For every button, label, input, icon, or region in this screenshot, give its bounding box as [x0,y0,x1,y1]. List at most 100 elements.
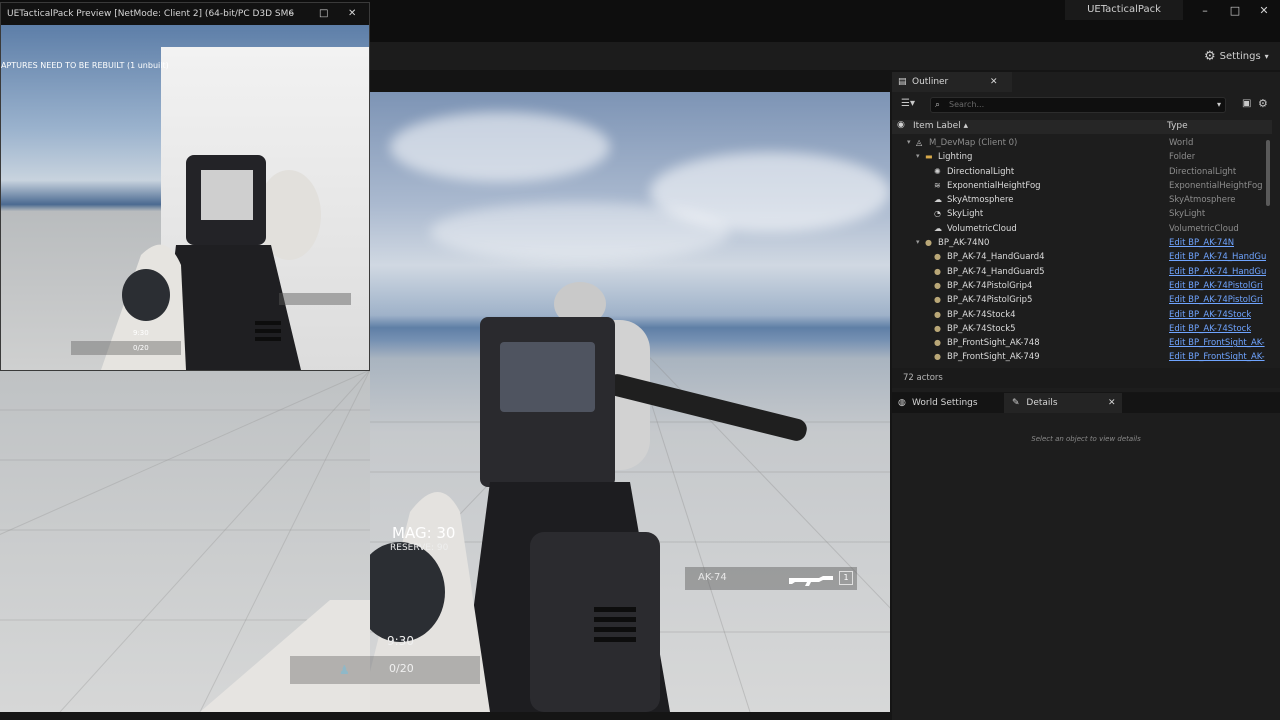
table-row[interactable]: ≋ ExponentialHeightFog ExponentialHeightFo… [892,180,1268,194]
skylight-icon: ◔ [934,209,941,219]
pie-title: UETacticalPack Preview [NetMode: Client … [7,9,295,19]
restore-button[interactable]: □ [1226,4,1244,17]
table-row[interactable]: ● BP_AK-74PistolGrip4 Edit BP_AK-74PistolG… [892,280,1268,294]
actor-icon: ● [934,252,941,262]
player-icon: ♟ [339,663,350,677]
expand-arrow-icon[interactable]: ▾ [916,152,920,160]
hud-score-count: 0/20 [389,662,414,675]
pie-maximize-button[interactable]: □ [319,3,328,25]
edit-blueprint-link[interactable]: Edit BP_AK-74_HandGu [1169,252,1266,262]
table-row[interactable]: ◔ SkyLight SkyLight [892,208,1268,222]
row-label: BP_AK-74PistolGrip4 [947,280,1033,291]
pie-minimize-button[interactable]: – [289,3,294,25]
row-label: M_DevMap (Client 0) [929,138,1018,148]
actor-icon: ● [925,238,932,248]
table-row[interactable]: ● BP_AK-74PistolGrip5 Edit BP_AK-74PistolG… [892,294,1268,308]
details-close-icon[interactable]: ✕ [1108,393,1116,413]
visibility-eye-icon[interactable]: ◉ [897,120,905,130]
settings-label: Settings [1219,50,1261,62]
table-row[interactable]: ☁ SkyAtmosphere SkyAtmosphere [892,194,1268,208]
actor-icon: ● [934,295,941,305]
outliner-rows: ▾ ◬ M_DevMap (Client 0) World ▾ ▬ Lighting Fold… [892,137,1268,366]
column-type[interactable]: Type [1167,121,1188,131]
close-button[interactable]: ✕ [1255,4,1273,17]
details-tab-label: Details [1026,398,1058,408]
expand-arrow-icon[interactable]: ▾ [907,138,911,146]
table-row[interactable]: ● BP_AK-74Stock4 Edit BP_AK-74Stock [892,309,1268,323]
edit-blueprint-link[interactable]: Edit BP_AK-74PistolGri [1169,295,1263,305]
row-label: DirectionalLight [947,166,1015,177]
atmosphere-icon: ☁ [934,195,942,205]
edit-blueprint-link[interactable]: Edit BP_AK-74Stock [1169,324,1251,334]
edit-blueprint-link[interactable]: Edit BP_FrontSight_AK- [1169,338,1265,348]
outliner-close-icon[interactable]: ✕ [990,72,998,92]
table-row[interactable]: ✺ DirectionalLight DirectionalLight [892,166,1268,180]
row-type: SkyAtmosphere [1169,195,1236,206]
row-label: BP_AK-74N0 [938,238,990,249]
edit-blueprint-link[interactable]: Edit BP_FrontSight_AK- [1169,352,1265,362]
details-panel: ◍ World Settings ✎ Details ✕ Select an o… [892,393,1280,720]
hud-weapon-slot: 1 [839,571,853,585]
outliner-settings-icon[interactable]: ⚙ [1258,97,1268,110]
table-row[interactable]: ▾ ◬ M_DevMap (Client 0) World [892,137,1268,151]
sun-icon: ✺ [934,166,941,176]
table-row[interactable]: ● BP_FrontSight_AK-748 Edit BP_FrontSight_… [892,337,1268,351]
expand-arrow-icon[interactable]: ▾ [916,238,920,246]
table-row[interactable]: ● BP_AK-74_HandGuard5 Edit BP_AK-74_HandGu [892,266,1268,280]
world-settings-globe-icon: ◍ [898,398,906,408]
fog-icon: ≋ [934,180,941,190]
app-title-tab[interactable]: UETacticalPack [1065,0,1183,20]
pie-scene [71,155,351,370]
filter-icon[interactable]: ☰▾ [901,98,915,109]
cloud-icon: ☁ [934,223,942,233]
pie-viewport[interactable]: APTURES NEED TO BE REBUILT (1 unbuilt) 9… [1,25,369,370]
outliner-tab-label: Outliner [912,77,949,87]
table-row[interactable]: ● BP_AK-74Stock5 Edit BP_AK-74Stock [892,323,1268,337]
edit-blueprint-link[interactable]: Edit BP_AK-74N [1169,238,1234,248]
table-row[interactable]: ☁ VolumetricCloud VolumetricCloud [892,223,1268,237]
hud-counter-bar [290,656,480,684]
row-label: BP_AK-74Stock4 [947,309,1016,320]
tab-details[interactable]: ✎ Details ✕ [1004,393,1122,413]
pie-close-button[interactable]: ✕ [348,3,356,25]
hud-reserve: RESERVE: 90 [390,543,449,553]
row-type: World [1169,138,1194,148]
row-type: SkyLight [1169,209,1206,220]
tab-world-settings[interactable]: World Settings [912,393,978,413]
outliner-footer: 72 actors [892,368,1280,388]
outliner-search-input[interactable]: ⌕ Search... ▾ [930,97,1226,113]
add-folder-icon[interactable]: ▣ [1242,98,1251,109]
table-row[interactable]: ● BP_FrontSight_AK-749 Edit BP_FrontSight_… [892,351,1268,365]
row-label: BP_AK-74_HandGuard4 [947,252,1045,263]
row-type: Folder [1169,152,1196,163]
row-type: DirectionalLight [1169,166,1237,177]
edit-blueprint-link[interactable]: Edit BP_AK-74PistolGri [1169,281,1263,291]
row-type: VolumetricCloud [1169,223,1239,234]
gear-icon: ⚙ [1204,48,1216,64]
edit-blueprint-link[interactable]: Edit BP_AK-74Stock [1169,310,1251,320]
folder-icon: ▬ [925,152,933,162]
actor-icon: ● [934,352,941,362]
outliner-scrollbar[interactable] [1266,140,1270,206]
level-viewport[interactable] [370,92,890,712]
actor-icon: ● [934,338,941,348]
pie-preview-window[interactable]: UETacticalPack Preview [NetMode: Client … [0,2,370,371]
table-row[interactable]: ▾ ● BP_AK-74N0 Edit BP_AK-74N [892,237,1268,251]
settings-button[interactable]: ⚙ Settings ▾ [1204,47,1269,65]
pencil-icon: ✎ [1012,398,1020,408]
edit-blueprint-link[interactable]: Edit BP_AK-74_HandGu [1169,267,1266,277]
sight-glass [500,342,595,412]
table-row[interactable]: ● BP_AK-74_HandGuard4 Edit BP_AK-74_HandGu [892,251,1268,265]
chevron-down-icon: ▾ [1264,51,1269,61]
hud-magazine: MAG: 30 [392,524,456,542]
column-item-label[interactable]: Item Label ▴ [913,121,968,131]
hud-timer: 9:30 [387,634,414,648]
row-label: Lighting [938,152,973,163]
minimize-button[interactable]: – [1196,4,1214,17]
row-label: BP_FrontSight_AK-748 [947,338,1040,349]
outliner-tab[interactable]: ▤ Outliner ✕ [892,72,1012,92]
table-row[interactable]: ▾ ▬ Lighting Folder [892,151,1268,165]
search-placeholder: Search... [949,100,985,109]
search-dropdown-icon[interactable]: ▾ [1217,98,1221,112]
hud-weapon-name: AK-74 [698,572,727,583]
